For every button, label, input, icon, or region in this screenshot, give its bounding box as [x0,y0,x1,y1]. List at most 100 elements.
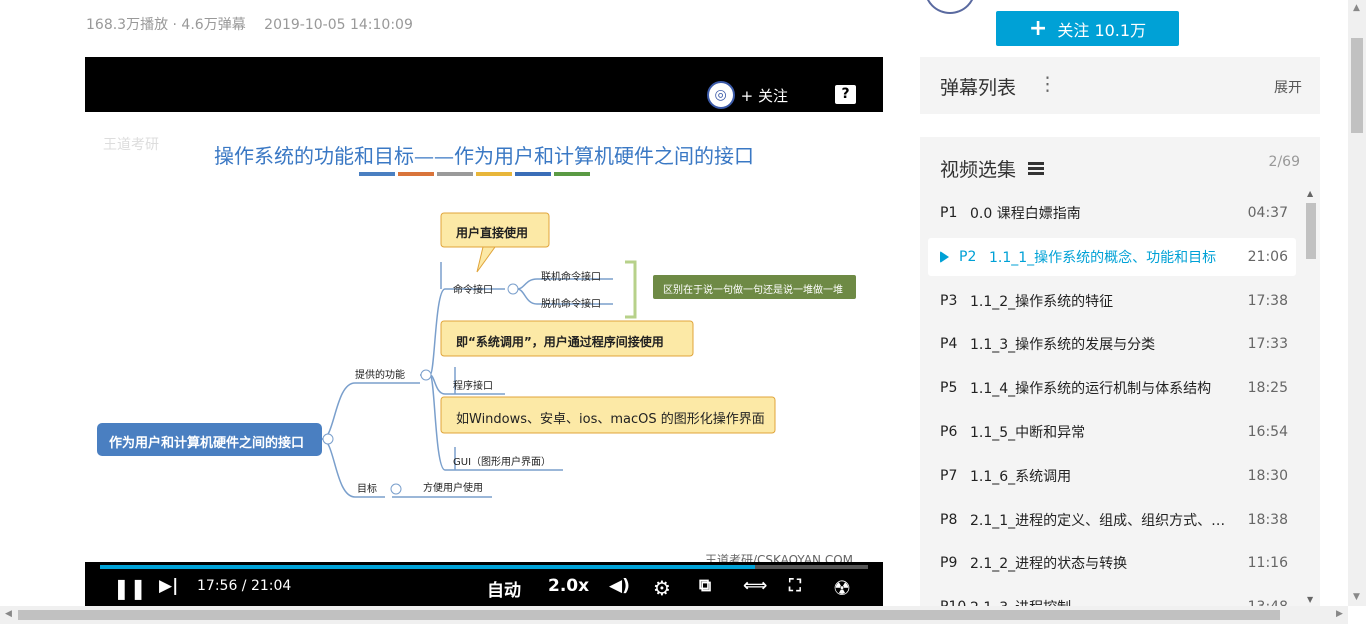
node-goal: 目标 [357,484,377,495]
video-stats: 168.3万播放 · 4.6万弹幕 2019-10-05 14:10:09 [86,14,413,34]
video-player[interactable]: ◎ + 关注 ? 王道考研 操作系统的功能和目标——作为用户和计算机硬件之间的接… [85,57,883,607]
episode-item[interactable]: P6 1.1_5_中断和异常 16:54 [928,413,1296,451]
episode-number: P8 [940,511,958,528]
uploader-avatar[interactable] [924,0,976,14]
node-provide: 提供的功能 [355,370,405,381]
progress-bar[interactable] [100,565,868,569]
episode-list: P1 0.0 课程白嫖指南 04:37 P2 1.1_1_操作系统的概念、功能和目标 21… [928,194,1296,607]
root-node: 作为用户和计算机硬件之间的接口 [109,436,305,451]
page-horizontal-scrollbar[interactable]: ◀ ▶ [0,606,1348,624]
episode-duration: 21:06 [1247,248,1288,265]
pause-icon[interactable]: ❚❚ [113,576,147,600]
episode-panel: 视频选集 2/69 P1 0.0 课程白嫖指南 04:37 P2 1.1_1_操作系统的… [920,137,1320,607]
page-scroll-up-icon[interactable]: ▲ [1353,3,1360,13]
episode-number: P4 [940,336,958,353]
episode-duration: 04:37 [1247,205,1288,221]
episode-item[interactable]: P2 1.1_1_操作系统的概念、功能和目标 21:06 [928,237,1296,276]
episode-item[interactable]: P4 1.1_3_操作系统的发展与分类 17:33 [928,325,1296,363]
time-display: 17:56 / 21:04 [197,578,292,594]
episode-number: P6 [940,423,958,440]
quality-button[interactable]: 自动 [487,576,521,601]
plus-icon: + [1028,16,1048,41]
uploader-logo-icon: ◎ [706,81,735,109]
widescreen-icon[interactable]: ⟺ [743,576,767,596]
episode-title: 2.1_2_进程的状态与转换 [970,556,1128,573]
follow-button[interactable]: + 关注 10.1万 [996,11,1179,46]
episodes-title: 视频选集 [940,159,1017,181]
page-vertical-scrollbar[interactable]: ▲ ▼ [1348,0,1366,606]
episode-duration: 11:16 [1247,555,1288,572]
episode-item[interactable]: P102.1_3_进程控制13:48 [928,588,1296,607]
node-program: 程序接口 [453,381,493,392]
play-danmaku-count: 168.3万播放 · 4.6万弹幕 [86,17,246,33]
help-icon[interactable]: ? [835,85,856,104]
episode-title: 1.1_2_操作系统的特征 [970,293,1114,310]
scroll-up-icon[interactable]: ▲ [1307,189,1313,198]
node-gui-note: 如Windows、安卓、ios、macOS 的图形化操作界面 [456,412,765,427]
episode-duration: 18:38 [1247,511,1288,528]
list-icon[interactable] [1028,162,1045,175]
video-frame: 王道考研 操作系统的功能和目标——作为用户和计算机硬件之间的接口 作为用户和计算… [85,112,883,567]
episode-number: P1 [940,205,958,221]
episode-scrollbar[interactable]: ▲ ▼ [1305,189,1317,607]
settings-icon[interactable]: ⚙ [653,576,671,600]
episode-number: P2 [959,248,977,265]
episode-duration: 17:38 [1247,292,1288,309]
episode-item[interactable]: P1 0.0 课程白嫖指南 04:37 [928,194,1296,232]
expand-button[interactable]: 展开 [1274,77,1302,97]
node-offline: 脱机命令接口 [541,299,601,310]
follow-button-label: 关注 10.1万 [1057,20,1147,40]
episode-duration: 16:54 [1247,423,1288,440]
progress-fill [100,565,756,569]
episode-number: P7 [940,467,958,484]
player-top-bar: ◎ + 关注 ? [85,57,883,112]
episode-scroll-thumb[interactable] [1306,203,1316,259]
episode-title: 2.1_1_进程的定义、组成、组织方式、… [970,512,1226,529]
node-goal-leaf: 方便用户使用 [423,483,483,494]
next-icon[interactable]: ▶| [159,576,178,596]
player-follow-label: + 关注 [740,86,788,105]
episode-count: 2/69 [1268,154,1300,170]
node-cmd: 命令接口 [453,285,493,296]
episode-title: 1.1_5_中断和异常 [970,424,1086,441]
playing-icon [940,250,949,263]
episode-item[interactable]: P5 1.1_4_操作系统的运行机制与体系结构 18:25 [928,369,1296,407]
episode-title: 1.1_6_系统调用 [970,468,1072,485]
player-controls: ❚❚ ▶| 17:56 / 21:04 自动 2.0x ◀) ⚙ ⧉ ⟺ ⛶ ☢ [85,562,883,607]
node-online: 联机命令接口 [541,272,601,283]
episode-title: 1.1_3_操作系统的发展与分类 [970,337,1156,354]
episode-duration: 18:25 [1247,380,1288,397]
episode-item[interactable]: P8 2.1_1_进程的定义、组成、组织方式、… 18:38 [928,501,1296,539]
danmaku-panel: 弹幕列表 ⋮ 展开 [920,57,1320,114]
fullscreen-icon[interactable]: ⛶ [789,576,801,596]
node-gui: GUI（图形用户界面） [453,457,552,468]
episode-number: P9 [940,555,958,572]
node-diff: 区别在于说一句做一句还是说一堆做一堆 [663,285,843,296]
page-scroll-right-icon[interactable]: ▶ [1336,609,1343,619]
episode-title: 1.1_4_操作系统的运行机制与体系结构 [970,381,1212,398]
scroll-down-icon[interactable]: ▼ [1307,595,1313,604]
node-direct: 用户直接使用 [456,226,529,240]
episode-duration: 17:33 [1247,336,1288,353]
publish-date: 2019-10-05 14:10:09 [264,17,413,33]
episode-title: 0.0 课程白嫖指南 [970,206,1081,222]
page-horizontal-thumb[interactable] [18,610,1280,620]
player-follow-button[interactable]: ◎ + 关注 [706,81,788,109]
page-scroll-down-icon[interactable]: ▼ [1353,592,1360,602]
page-scroll-left-icon[interactable]: ◀ [5,609,12,619]
episode-item[interactable]: P9 2.1_2_进程的状态与转换 11:16 [928,544,1296,582]
episode-duration: 18:30 [1247,467,1288,484]
pip-icon[interactable]: ⧉ [699,576,711,596]
episode-item[interactable]: P3 1.1_2_操作系统的特征 17:38 [928,282,1296,320]
page-vertical-thumb[interactable] [1351,38,1363,133]
episode-number: P5 [940,380,958,397]
radiation-icon[interactable]: ☢ [833,576,851,600]
more-icon[interactable]: ⋮ [1038,73,1057,95]
episode-title: 1.1_1_操作系统的概念、功能和目标 [989,249,1217,266]
danmaku-title: 弹幕列表 [940,77,1017,99]
episode-item[interactable]: P7 1.1_6_系统调用 18:30 [928,457,1296,495]
node-syscall: 即“系统调用”，用户通过程序间接使用 [456,335,664,349]
volume-icon[interactable]: ◀) [609,576,630,596]
episode-number: P3 [940,292,958,309]
speed-button[interactable]: 2.0x [548,576,589,596]
